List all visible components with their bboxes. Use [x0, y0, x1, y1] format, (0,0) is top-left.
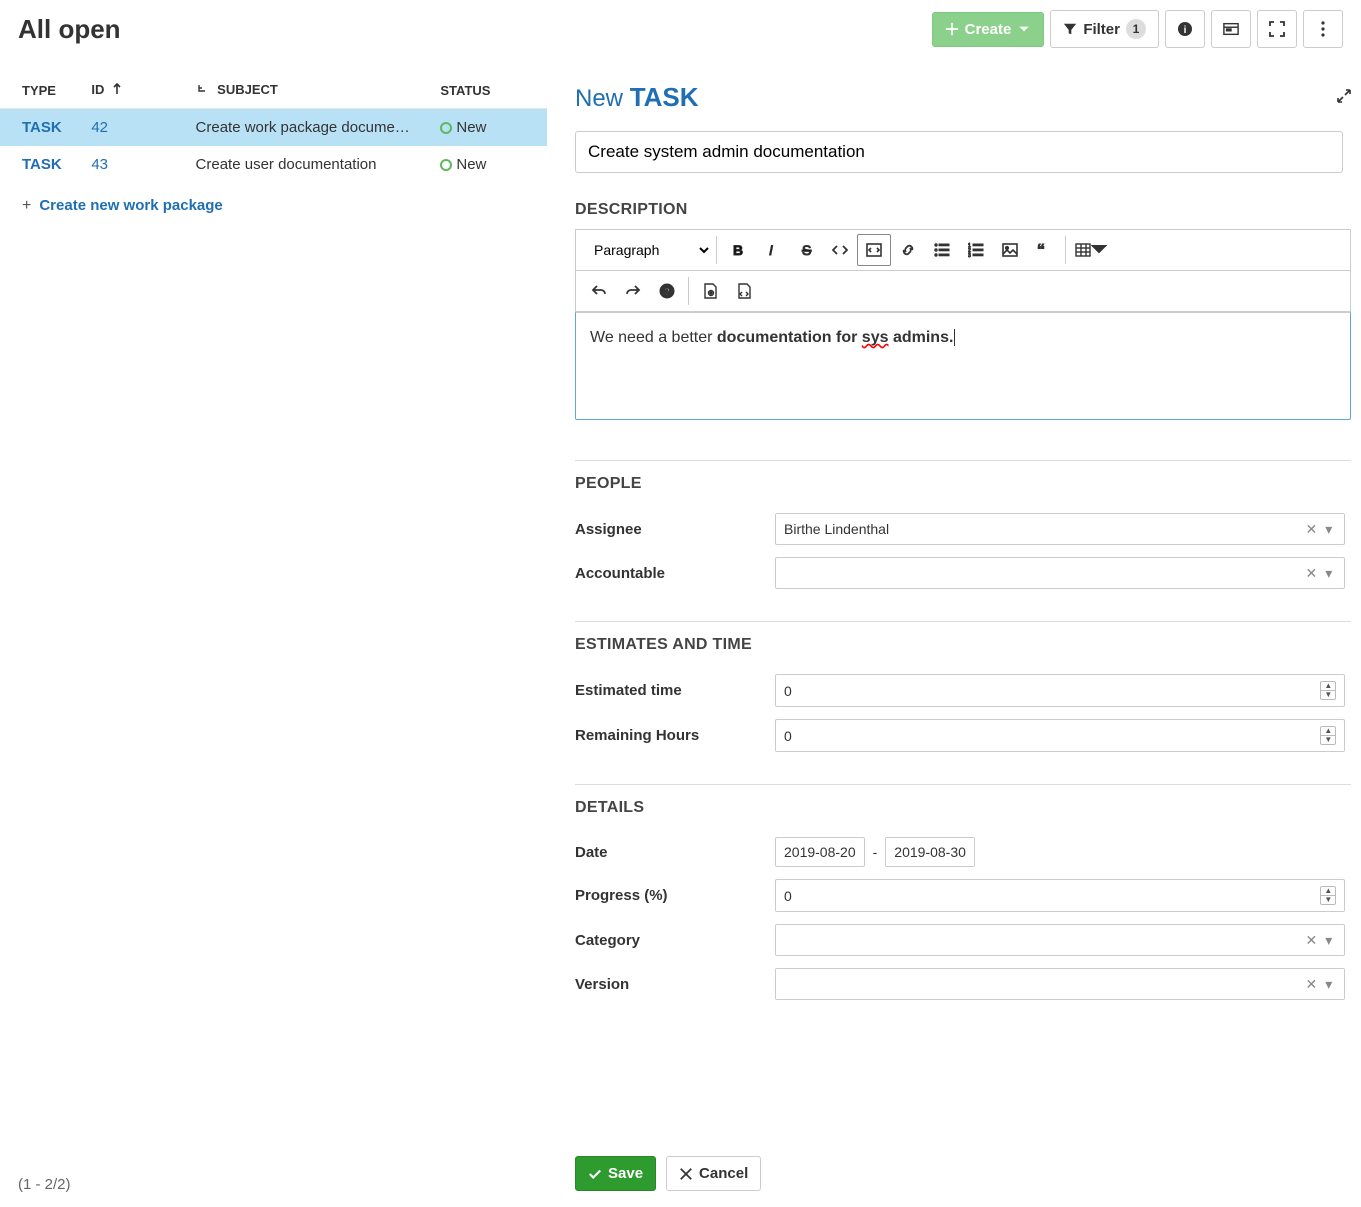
svg-text:?: ? — [664, 287, 670, 298]
number-stepper[interactable]: ▲▼ — [1320, 726, 1336, 745]
start-date-input[interactable]: 2019-08-20 — [775, 837, 865, 867]
page-title: All open — [18, 14, 121, 45]
plus-icon — [945, 22, 959, 36]
date-separator: - — [873, 844, 878, 860]
bold-button[interactable]: B — [721, 234, 755, 266]
fullscreen-button[interactable] — [1257, 10, 1297, 48]
table-button[interactable] — [1070, 234, 1112, 266]
date-label: Date — [575, 844, 775, 861]
numbered-list-button[interactable]: 123 — [959, 234, 993, 266]
caret-down-icon[interactable]: ▾ — [1321, 932, 1336, 949]
quote-button[interactable]: “ — [1027, 234, 1061, 266]
image-button[interactable] — [993, 234, 1027, 266]
redo-button[interactable] — [616, 275, 650, 307]
clear-icon[interactable]: ✕ — [1301, 565, 1321, 582]
description-heading: DESCRIPTION — [575, 201, 1351, 219]
version-label: Version — [575, 976, 775, 993]
accountable-label: Accountable — [575, 565, 775, 582]
number-stepper[interactable]: ▲▼ — [1320, 886, 1336, 905]
clear-icon[interactable]: ✕ — [1301, 932, 1321, 949]
expand-icon[interactable] — [1337, 89, 1351, 106]
code-button[interactable] — [823, 234, 857, 266]
category-label: Category — [575, 932, 775, 949]
estimates-heading: ESTIMATES AND TIME — [575, 636, 764, 654]
caret-down-icon[interactable]: ▾ — [1321, 521, 1336, 538]
svg-text:“: “ — [1037, 242, 1045, 258]
pagination-info: (1 - 2/2) — [0, 1166, 547, 1207]
estimated-time-input[interactable]: 0 ▲▼ — [775, 674, 1345, 707]
table-row[interactable]: TASK 43 Create user documentation New — [0, 146, 547, 183]
timeline-button[interactable] — [1211, 10, 1251, 48]
strike-button[interactable]: S — [789, 234, 823, 266]
caret-down-icon[interactable]: ▾ — [1321, 976, 1336, 993]
svg-text:I: I — [769, 242, 773, 258]
source-button[interactable] — [727, 275, 761, 307]
end-date-input[interactable]: 2019-08-30 — [885, 837, 975, 867]
sort-asc-icon — [112, 83, 122, 98]
clear-icon[interactable]: ✕ — [1301, 521, 1321, 538]
work-package-type[interactable]: TASK — [630, 82, 699, 112]
check-icon — [588, 1167, 602, 1181]
caret-down-icon — [1017, 22, 1031, 36]
cancel-button[interactable]: Cancel — [666, 1156, 761, 1191]
filter-count-badge: 1 — [1126, 19, 1146, 39]
svg-text:S: S — [802, 242, 811, 258]
column-header-id[interactable]: ID — [83, 72, 187, 109]
table-row[interactable]: TASK 42 Create work package docume… New — [0, 109, 547, 147]
details-heading: DETAILS — [575, 799, 656, 817]
info-button[interactable]: i — [1165, 10, 1205, 48]
assignee-label: Assignee — [575, 521, 775, 538]
status-circle-icon — [440, 122, 452, 134]
status-circle-icon — [440, 159, 452, 171]
undo-button[interactable] — [582, 275, 616, 307]
description-editor[interactable]: We need a better documentation for sys a… — [575, 312, 1351, 420]
code-block-button[interactable] — [857, 234, 891, 266]
help-button[interactable]: ? — [650, 275, 684, 307]
people-heading: PEOPLE — [575, 475, 654, 493]
create-work-package-row[interactable]: +Create new work package — [0, 183, 547, 215]
version-select[interactable]: ✕ ▾ — [775, 968, 1345, 1000]
category-select[interactable]: ✕ ▾ — [775, 924, 1345, 956]
progress-label: Progress (%) — [575, 887, 775, 904]
clear-icon[interactable]: ✕ — [1301, 976, 1321, 993]
x-icon — [679, 1167, 693, 1181]
assignee-select[interactable]: Birthe Lindenthal ✕ ▾ — [775, 513, 1345, 545]
number-stepper[interactable]: ▲▼ — [1320, 681, 1336, 700]
save-button[interactable]: Save — [575, 1156, 656, 1191]
remaining-hours-input[interactable]: 0 ▲▼ — [775, 719, 1345, 752]
remaining-hours-label: Remaining Hours — [575, 727, 775, 744]
hierarchy-icon — [196, 83, 208, 98]
svg-text:i: i — [1184, 25, 1187, 36]
svg-text:3: 3 — [968, 253, 971, 258]
caret-down-icon[interactable]: ▾ — [1321, 565, 1336, 582]
create-button[interactable]: Create — [932, 12, 1045, 47]
svg-text:B: B — [733, 242, 743, 258]
column-header-type[interactable]: TYPE — [0, 72, 83, 109]
more-menu-button[interactable] — [1303, 10, 1343, 48]
accountable-select[interactable]: ✕ ▾ — [775, 557, 1345, 589]
link-button[interactable] — [891, 234, 925, 266]
column-header-status[interactable]: STATUS — [432, 72, 547, 109]
work-package-table: TYPE ID SUBJECT STATUS TAS — [0, 72, 547, 215]
filter-icon — [1063, 22, 1077, 36]
column-header-subject[interactable]: SUBJECT — [188, 72, 433, 109]
estimated-time-label: Estimated time — [575, 682, 775, 699]
subject-input[interactable] — [575, 131, 1343, 173]
filter-button[interactable]: Filter 1 — [1050, 10, 1159, 48]
plus-icon: + — [22, 197, 31, 214]
bullet-list-button[interactable] — [925, 234, 959, 266]
preview-button[interactable] — [693, 275, 727, 307]
paragraph-select[interactable]: Paragraph — [582, 235, 712, 265]
italic-button[interactable]: I — [755, 234, 789, 266]
progress-input[interactable]: 0 ▲▼ — [775, 879, 1345, 912]
panel-title: New TASK — [575, 82, 699, 113]
